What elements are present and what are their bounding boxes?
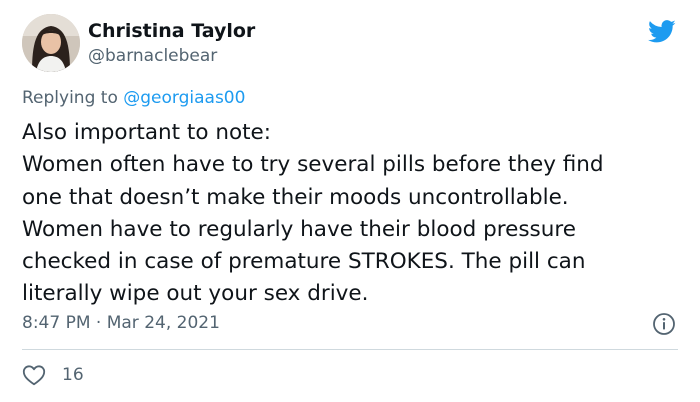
tweet-text-line: Also important to note: — [22, 120, 272, 145]
tweet-text-line: Women have to regularly have their blood… — [22, 216, 576, 242]
tweet-date[interactable]: Mar 24, 2021 — [107, 313, 220, 333]
timestamp-separator: · — [95, 313, 102, 333]
timestamp[interactable]: 8:47 PM · Mar 24, 2021 — [22, 313, 220, 333]
avatar[interactable] — [22, 14, 80, 72]
tweet-text-line: one that doesn’t make their moods uncont… — [22, 184, 569, 210]
mention-link[interactable]: @georgiaas00 — [123, 88, 245, 108]
replying-to: Replying to @georgiaas00 — [22, 88, 245, 108]
tweet-text-line: Women often have to try several pills be… — [22, 152, 604, 178]
display-name[interactable]: Christina Taylor — [88, 20, 255, 42]
tweet-text-line: checked in case of premature STROKES. Th… — [22, 249, 586, 275]
like-button[interactable]: 16 — [22, 362, 84, 388]
heart-icon[interactable] — [22, 364, 46, 386]
tweet-text: Also important to note: Women often have… — [22, 117, 687, 311]
divider — [22, 349, 678, 350]
like-count: 16 — [62, 365, 84, 385]
user-handle[interactable]: @barnaclebear — [88, 46, 217, 66]
tweet-text-line: literally wipe out your sex drive. — [22, 281, 369, 307]
twitter-bird-icon[interactable] — [646, 17, 678, 45]
tweet-time[interactable]: 8:47 PM — [22, 313, 91, 333]
replying-prefix: Replying to — [22, 88, 124, 108]
info-icon[interactable] — [652, 312, 676, 336]
